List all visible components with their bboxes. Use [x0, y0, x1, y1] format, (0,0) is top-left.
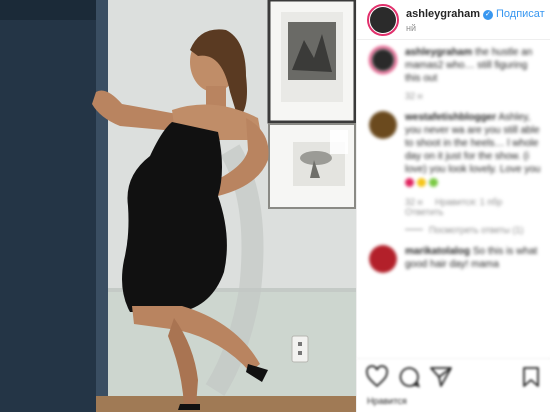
verified-icon: ✓ — [482, 10, 493, 20]
emoji-row — [405, 178, 545, 191]
green-emoji-icon — [428, 178, 438, 187]
comment-avatar[interactable] — [369, 245, 397, 273]
reply-button[interactable]: Ответить — [405, 207, 443, 217]
comment-time: 32 н — [405, 197, 423, 207]
yellow-emoji-icon — [416, 178, 426, 187]
bookmark-icon[interactable] — [519, 365, 543, 389]
post-photo-art — [0, 0, 356, 412]
comment-time: 32 н — [405, 91, 423, 101]
comment-item: ashleygraham the hustle an mamas2 who… s… — [357, 40, 550, 105]
post-photo[interactable] — [0, 0, 356, 412]
likes-count[interactable]: Нравится — [367, 396, 407, 406]
comment-username[interactable]: marikatolalog — [405, 246, 470, 257]
comment-meta: 32 н Нравится: 1 пбр Ответить — [405, 197, 545, 217]
comment-meta: 32 н — [405, 91, 545, 101]
comment-icon[interactable] — [397, 365, 421, 389]
comment-body: westafetishblogger Ashley, you never wa … — [405, 111, 545, 191]
author-avatar[interactable] — [367, 4, 399, 36]
heart-icon[interactable] — [365, 365, 389, 389]
post-side-panel: ashleygraham ✓ Подписат нй ashleygraham t… — [356, 0, 550, 412]
view-replies-label[interactable]: Посмотреть ответы (1) — [429, 225, 524, 235]
post-header: ashleygraham ✓ Подписат нй — [357, 0, 550, 40]
comment-likes[interactable]: Нравится: 1 пбр — [435, 197, 502, 207]
comment-item: westafetishblogger Ashley, you never wa … — [357, 105, 550, 239]
action-bar — [357, 358, 550, 398]
share-icon[interactable] — [429, 365, 453, 389]
view-replies-button[interactable]: Посмотреть ответы (1) — [405, 225, 545, 235]
comment-username[interactable]: westafetishblogger — [405, 112, 496, 123]
comment-body: ashleygraham the hustle an mamas2 who… s… — [405, 46, 545, 85]
author-username[interactable]: ashleygraham — [406, 8, 480, 20]
follow-button[interactable]: Подписат — [496, 8, 545, 20]
comments-list[interactable]: ashleygraham the hustle an mamas2 who… s… — [357, 40, 550, 360]
author-username-wrap[interactable]: ashleygraham ✓ — [406, 8, 493, 20]
comment-item: marikatolalog So this is what good hair … — [357, 239, 550, 279]
comment-body: marikatolalog So this is what good hair … — [405, 245, 545, 271]
comment-avatar[interactable] — [369, 46, 397, 74]
replies-dash — [405, 229, 423, 230]
heart-emoji-icon — [405, 178, 414, 187]
author-subtitle: нй — [406, 23, 416, 33]
comment-avatar[interactable] — [369, 111, 397, 139]
comment-username[interactable]: ashleygraham — [405, 47, 472, 58]
